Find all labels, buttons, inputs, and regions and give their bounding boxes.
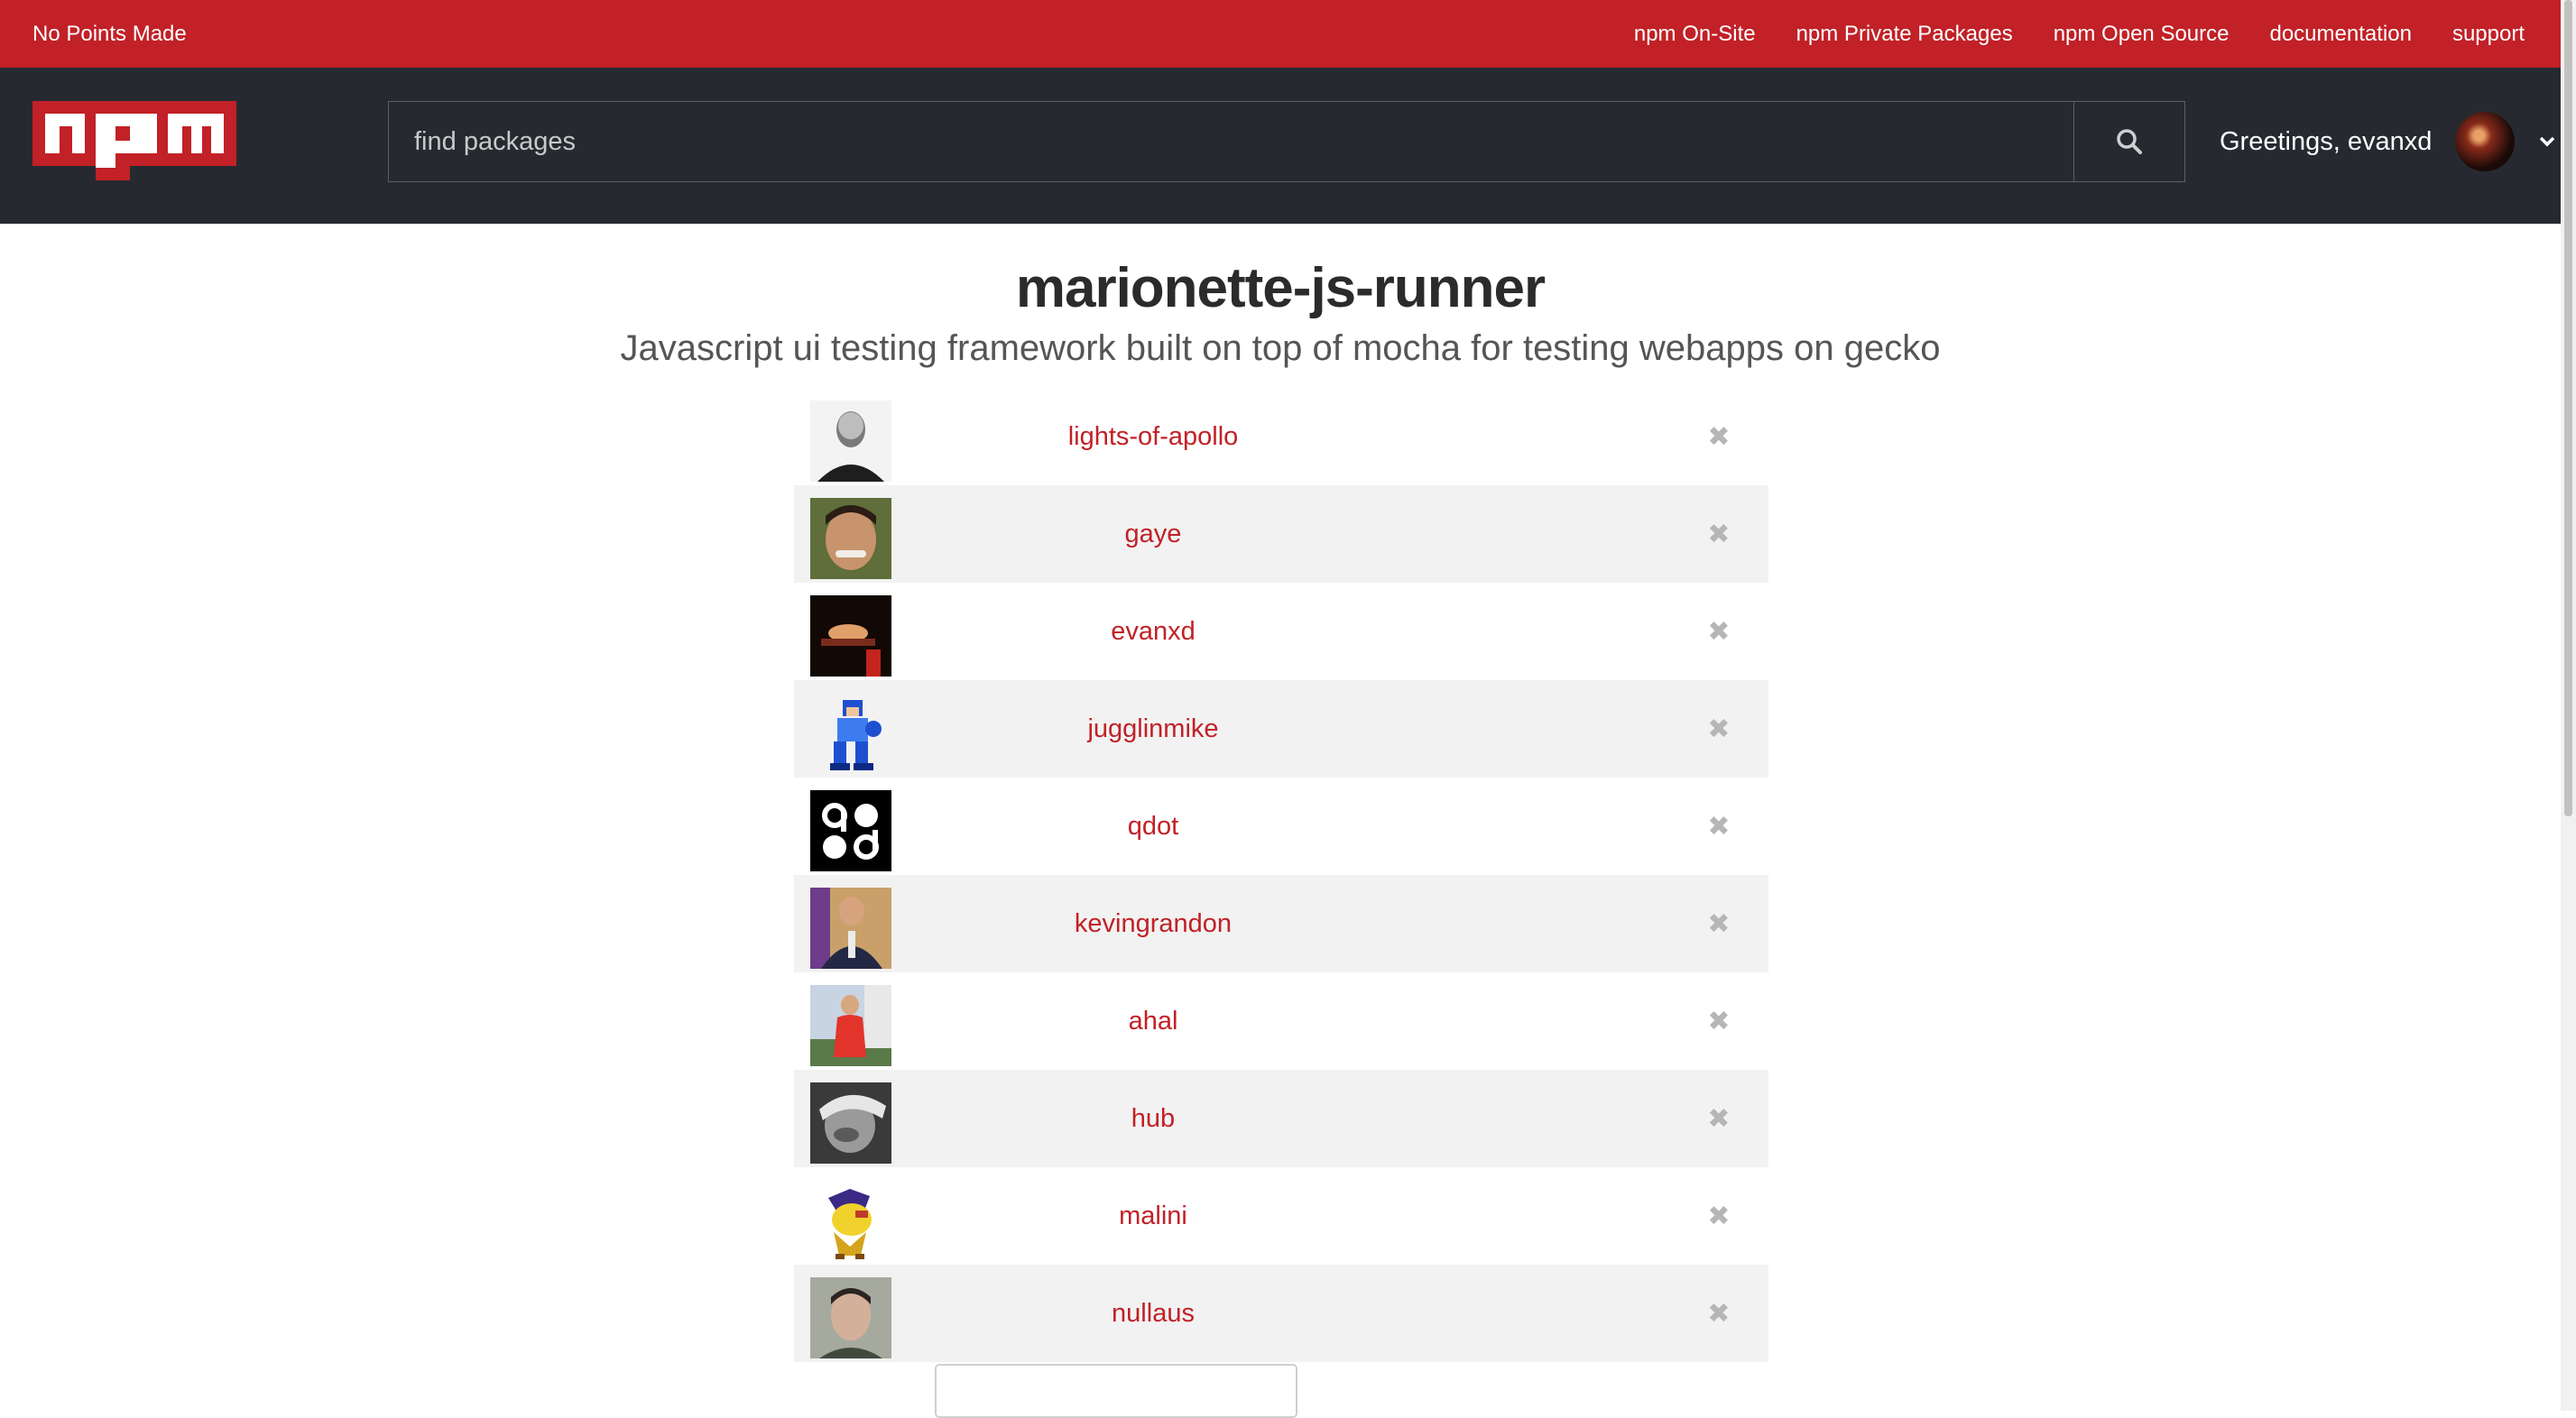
chevron-down-icon[interactable] bbox=[2538, 135, 2556, 148]
search-button[interactable] bbox=[2073, 101, 2185, 182]
nav-link-documentation[interactable]: documentation bbox=[2269, 22, 2411, 47]
npm-logo[interactable] bbox=[32, 101, 236, 180]
site-header: Greetings, evanxd bbox=[0, 68, 2561, 224]
page-scrollbar[interactable] bbox=[2561, 0, 2576, 1411]
collaborator-row: jugglinmike ✖ bbox=[794, 680, 1768, 778]
remove-collaborator-button[interactable]: ✖ bbox=[1701, 1006, 1737, 1037]
collaborators-list: lights-of-apollo ✖ gaye ✖ evanxd ✖ juggl… bbox=[794, 388, 1768, 1362]
collaborator-row: malini ✖ bbox=[794, 1167, 1768, 1265]
collaborator-link[interactable]: malini bbox=[891, 1202, 1415, 1231]
avatar[interactable] bbox=[810, 595, 891, 677]
user-menu[interactable]: Greetings, evanxd bbox=[2220, 112, 2556, 171]
scrollbar-thumb[interactable] bbox=[2564, 0, 2572, 816]
avatar[interactable] bbox=[810, 1180, 891, 1261]
nav-link-support[interactable]: support bbox=[2452, 22, 2525, 47]
remove-collaborator-button[interactable]: ✖ bbox=[1701, 811, 1737, 843]
collaborator-link[interactable]: gaye bbox=[891, 520, 1415, 549]
search-input[interactable] bbox=[388, 101, 2073, 182]
search-bar bbox=[388, 101, 2185, 182]
tagline[interactable]: No Points Made bbox=[32, 0, 187, 68]
user-avatar[interactable] bbox=[2455, 112, 2516, 171]
collaborator-link[interactable]: ahal bbox=[891, 1007, 1415, 1036]
package-description: Javascript ui testing framework built on… bbox=[620, 328, 1941, 368]
search-icon bbox=[2117, 129, 2142, 154]
remove-collaborator-button[interactable]: ✖ bbox=[1701, 714, 1737, 745]
avatar[interactable] bbox=[810, 985, 891, 1066]
top-bar: No Points Made npm On-Site npm Private P… bbox=[0, 0, 2561, 68]
avatar[interactable] bbox=[810, 1277, 891, 1358]
remove-collaborator-button[interactable]: ✖ bbox=[1701, 1103, 1737, 1135]
remove-collaborator-button[interactable]: ✖ bbox=[1701, 1201, 1737, 1232]
avatar[interactable] bbox=[810, 498, 891, 579]
collaborator-row: gaye ✖ bbox=[794, 485, 1768, 583]
remove-collaborator-button[interactable]: ✖ bbox=[1701, 1298, 1737, 1330]
avatar[interactable] bbox=[810, 888, 891, 969]
collaborator-link[interactable]: nullaus bbox=[891, 1299, 1415, 1329]
collaborator-row: kevingrandon ✖ bbox=[794, 875, 1768, 972]
collaborator-link[interactable]: lights-of-apollo bbox=[891, 422, 1415, 452]
remove-collaborator-button[interactable]: ✖ bbox=[1701, 908, 1737, 940]
package-title: marionette-js-runner bbox=[1015, 257, 1546, 319]
collaborator-row: hub ✖ bbox=[794, 1070, 1768, 1167]
avatar[interactable] bbox=[810, 401, 891, 482]
npm-logo-icon bbox=[32, 101, 236, 180]
top-nav: npm On-Site npm Private Packages npm Ope… bbox=[1634, 0, 2525, 68]
collaborator-row: evanxd ✖ bbox=[794, 583, 1768, 680]
remove-collaborator-button[interactable]: ✖ bbox=[1701, 616, 1737, 648]
collaborator-link[interactable]: evanxd bbox=[891, 617, 1415, 647]
avatar[interactable] bbox=[810, 1082, 891, 1164]
add-collaborator-input[interactable] bbox=[935, 1364, 1297, 1418]
greeting-text: Greetings, evanxd bbox=[2220, 126, 2433, 156]
collaborator-link[interactable]: jugglinmike bbox=[891, 714, 1415, 744]
avatar[interactable] bbox=[810, 693, 891, 774]
collaborator-link[interactable]: qdot bbox=[891, 812, 1415, 842]
collaborator-link[interactable]: hub bbox=[891, 1104, 1415, 1134]
collaborator-row: qdot ✖ bbox=[794, 778, 1768, 875]
nav-link-npm-open-source[interactable]: npm Open Source bbox=[2054, 22, 2230, 47]
main-content: marionette-js-runner Javascript ui testi… bbox=[0, 224, 2561, 1411]
collaborator-row: lights-of-apollo ✖ bbox=[794, 388, 1768, 485]
remove-collaborator-button[interactable]: ✖ bbox=[1701, 421, 1737, 453]
collaborator-row: ahal ✖ bbox=[794, 972, 1768, 1070]
nav-link-npm-on-site[interactable]: npm On-Site bbox=[1634, 22, 1756, 47]
avatar[interactable] bbox=[810, 790, 891, 871]
collaborator-row: nullaus ✖ bbox=[794, 1265, 1768, 1362]
collaborator-link[interactable]: kevingrandon bbox=[891, 909, 1415, 939]
remove-collaborator-button[interactable]: ✖ bbox=[1701, 519, 1737, 550]
nav-link-npm-private-packages[interactable]: npm Private Packages bbox=[1796, 22, 2013, 47]
